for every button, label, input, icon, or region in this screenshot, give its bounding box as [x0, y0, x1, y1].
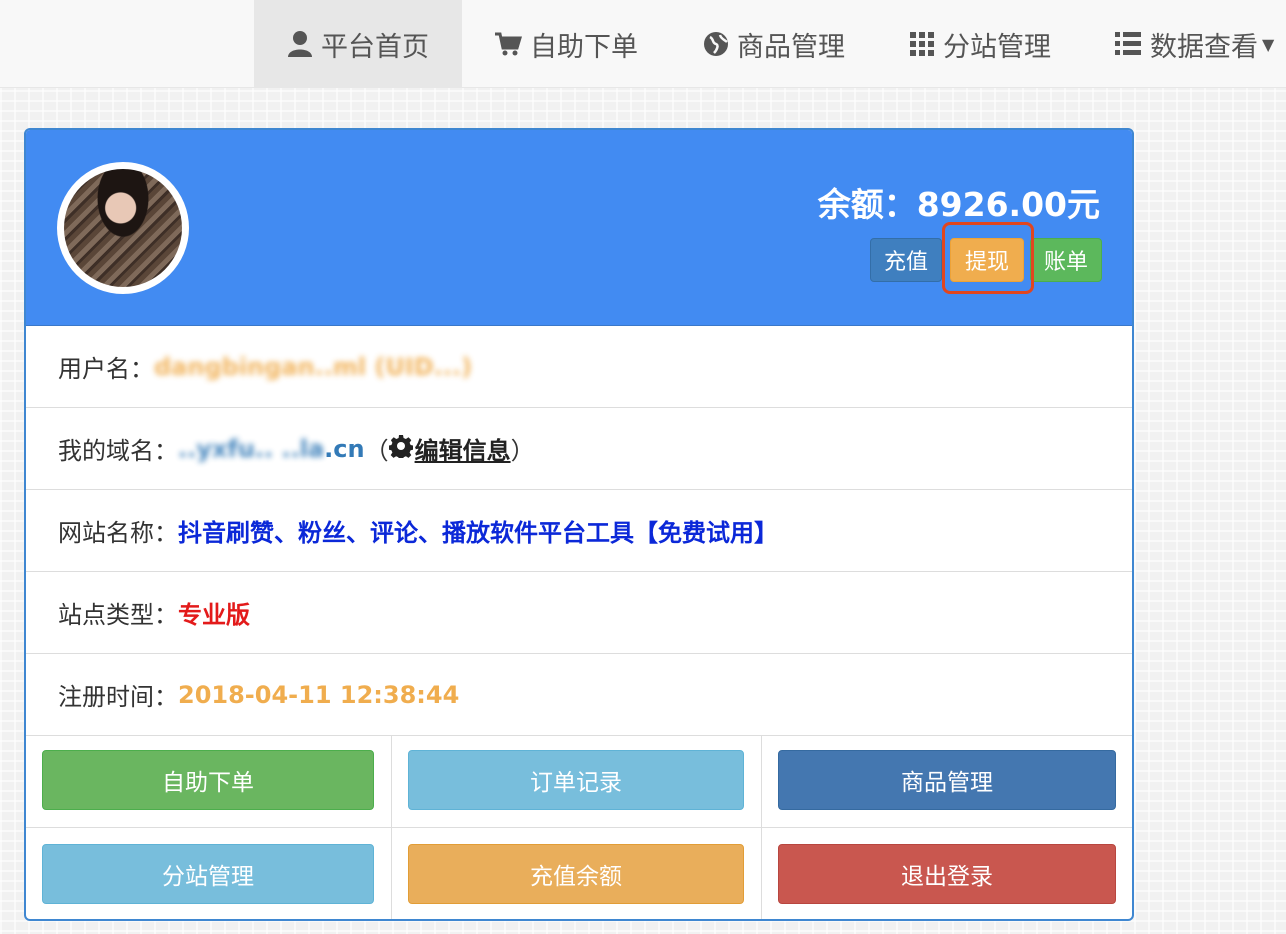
top-navbar: 平台首页 自助下单 商品管理 分站管理 数据查看 ▼	[0, 0, 1286, 88]
nav-item-label: 平台首页	[321, 31, 429, 63]
nav-item-label: 自助下单	[530, 31, 638, 63]
register-time-label: 注册时间：	[58, 683, 178, 711]
nav-item-goods[interactable]: 商品管理	[684, 0, 864, 88]
nav-item-label: 商品管理	[737, 31, 845, 63]
site-type-value: 专业版	[178, 601, 250, 629]
avatar-image	[64, 169, 182, 287]
edit-info-link[interactable]: 编辑信息	[415, 431, 511, 466]
grid-icon	[909, 31, 935, 57]
balance-display: 余额：8926.00元	[818, 178, 1100, 226]
list-icon	[1114, 31, 1142, 57]
self-order-button[interactable]: 自助下单	[42, 750, 374, 810]
withdraw-highlight-box	[942, 222, 1034, 294]
recharge-balance-button[interactable]: 充值余额	[408, 844, 744, 904]
balance-value: 8926.00元	[916, 185, 1100, 224]
site-name-row: 网站名称： 抖音刷赞、粉丝、评论、播放软件平台工具【免费试用】	[26, 490, 1132, 572]
username-value: dangbingan..ml (UID...)	[154, 352, 473, 381]
nav-item-label: 数据查看	[1150, 31, 1258, 63]
cart-icon	[494, 31, 522, 57]
recharge-button[interactable]: 充值	[870, 238, 942, 282]
site-type-row: 站点类型： 专业版	[26, 572, 1132, 654]
domain-row: 我的域名： ..yxfu.. ..la .cn （ 编辑信息 ）	[26, 408, 1132, 490]
username-label: 用户名：	[58, 355, 154, 383]
paren-open: （	[364, 437, 389, 465]
gear-icon	[387, 434, 414, 464]
paren-close: ）	[510, 437, 535, 465]
site-type-label: 站点类型：	[58, 601, 178, 629]
panel-header: 余额：8926.00元 充值 提现 账单	[26, 130, 1132, 326]
order-records-button[interactable]: 订单记录	[408, 750, 744, 810]
nav-item-data-view[interactable]: 数据查看 ▼	[1100, 0, 1286, 88]
register-time-row: 注册时间： 2018-04-11 12:38:44	[26, 654, 1132, 736]
domain-label: 我的域名：	[58, 437, 178, 465]
goods-manage-button[interactable]: 商品管理	[778, 750, 1116, 810]
site-name-value: 抖音刷赞、粉丝、评论、播放软件平台工具【免费试用】	[178, 519, 778, 547]
bill-button[interactable]: 账单	[1030, 238, 1102, 282]
avatar[interactable]	[57, 162, 189, 294]
user-icon	[287, 30, 313, 58]
balance-label: 余额：	[817, 185, 917, 224]
register-time-value: 2018-04-11 12:38:44	[178, 680, 460, 709]
domain-suffix[interactable]: .cn	[324, 435, 364, 463]
nav-item-home[interactable]: 平台首页	[254, 0, 462, 88]
username-row: 用户名： dangbingan..ml (UID...)	[26, 326, 1132, 408]
domain-value-blurred[interactable]: ..yxfu.. ..la	[178, 435, 324, 463]
logout-button[interactable]: 退出登录	[778, 844, 1116, 904]
account-panel: 余额：8926.00元 充值 提现 账单 用户名： dangbingan..ml…	[24, 128, 1134, 921]
site-name-label: 网站名称：	[58, 519, 178, 547]
nav-item-label: 分站管理	[943, 31, 1051, 63]
globe-icon	[703, 31, 729, 57]
caret-down-icon: ▼	[1262, 34, 1275, 54]
nav-item-substation[interactable]: 分站管理	[890, 0, 1070, 88]
nav-item-self-order[interactable]: 自助下单	[478, 0, 654, 88]
substation-manage-button[interactable]: 分站管理	[42, 844, 374, 904]
